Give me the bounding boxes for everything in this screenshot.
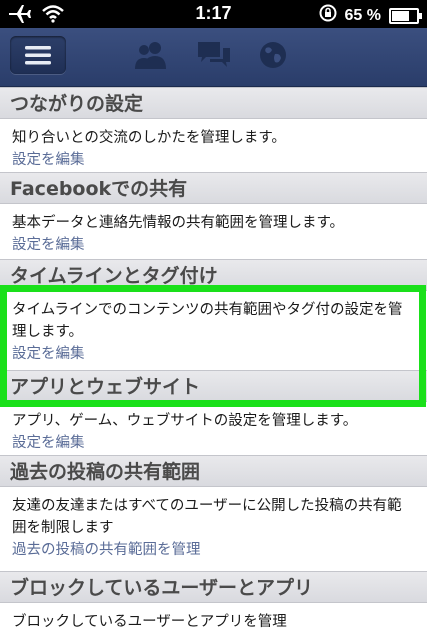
edit-settings-link[interactable]: 設定を編集 [12,149,415,171]
status-bar: 1:17 65 % [0,0,427,28]
section-facebook-sharing: Facebookでの共有 基本データと連絡先情報の共有範囲を管理します。 設定を… [0,172,427,259]
section-description: タイムラインでのコンテンツの共有範囲やタグ付の設定を管理します。 [12,302,403,340]
section-blocking: ブロックしているユーザーとアプリ ブロックしているユーザーとアプリを管理 [0,571,427,643]
edit-settings-link[interactable]: 設定を編集 [12,343,415,365]
settings-list: つながりの設定 知り合いとの交流のしかたを管理します。 設定を編集 Facebo… [0,87,427,643]
section-past-posts: 過去の投稿の共有範囲 友達の友達またはすべてのユーザーに公開した投稿の共有範囲を… [0,455,427,571]
edit-settings-link[interactable]: 設定を編集 [12,234,415,256]
section-description: 知り合いとの交流のしかたを管理します。 [12,130,286,146]
section-description: 基本データと連絡先情報の共有範囲を管理します。 [12,215,345,231]
section-description: 友達の友達またはすべてのユーザーに公開した投稿の共有範囲を制限します [12,498,402,536]
messages-icon[interactable] [196,40,232,74]
section-title: ブロックしているユーザーとアプリ [0,571,427,603]
menu-icon [25,46,51,65]
section-title: 過去の投稿の共有範囲 [0,455,427,487]
section-description: ブロックしているユーザーとアプリを管理 [12,614,287,630]
section-apps-websites: アプリとウェブサイト アプリ、ゲーム、ウェブサイトの設定を管理します。 設定を編… [0,370,427,455]
battery-fill [392,10,409,21]
section-description: アプリ、ゲーム、ウェブサイトの設定を管理します。 [12,413,358,429]
battery-icon [389,7,422,24]
section-title: Facebookでの共有 [0,172,427,204]
nav-bar [0,28,427,87]
battery-percent: 65 % [344,6,381,24]
section-timeline-tagging: タイムラインとタグ付け タイムラインでのコンテンツの共有範囲やタグ付の設定を管理… [0,259,427,370]
globe-icon[interactable] [258,40,288,74]
section-connections: つながりの設定 知り合いとの交流のしかたを管理します。 設定を編集 [0,87,427,172]
edit-settings-link[interactable]: 設定を編集 [12,432,415,454]
section-title: タイムラインとタグ付け [0,259,427,291]
section-title: つながりの設定 [0,87,427,119]
menu-button[interactable] [10,36,66,74]
manage-past-posts-link[interactable]: 過去の投稿の共有範囲を管理 [12,539,415,561]
section-title: アプリとウェブサイト [0,370,427,402]
orientation-lock-icon [319,4,337,27]
friends-icon[interactable] [132,40,170,74]
